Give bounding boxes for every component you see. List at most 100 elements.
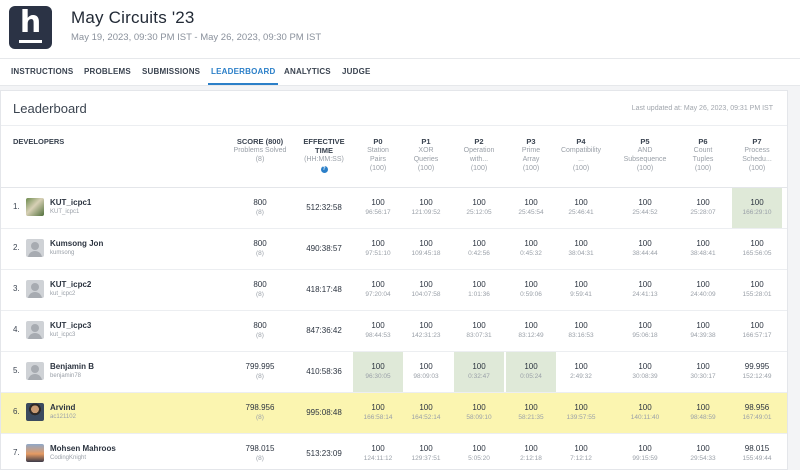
effective-time-header[interactable]: EFFECTIVE TIME (HH:MM:SS) ? <box>294 137 354 173</box>
developer-name[interactable]: Kumsong Jon <box>50 239 103 248</box>
problem-cell[interactable]: 100 5:05:20 <box>454 434 504 470</box>
problem-cell[interactable]: 100 58:21:35 <box>506 393 556 433</box>
problem-cell[interactable]: 98.015 155:49:44 <box>732 434 782 470</box>
problem-cell[interactable]: 100 98:44:53 <box>353 311 403 351</box>
problem-cell[interactable]: 99.995 152:12:49 <box>732 352 782 392</box>
problem-cell[interactable]: 100 24:40:09 <box>678 270 728 310</box>
avatar[interactable] <box>26 362 44 380</box>
problem-cell[interactable]: 100 0:42:56 <box>454 229 504 269</box>
problem-cell[interactable]: 100 83:07:31 <box>454 311 504 351</box>
problem-cell[interactable]: 100 140:11:40 <box>620 393 670 433</box>
problem-name-line1: AND <box>637 147 653 154</box>
tab-leaderboard[interactable]: LEADERBOARD <box>208 59 279 85</box>
problem-cell[interactable]: 100 38:04:31 <box>556 229 606 269</box>
problem-cell[interactable]: 100 94:39:38 <box>678 311 728 351</box>
problem-cell[interactable]: 100 166:57:17 <box>732 311 782 351</box>
problem-cell[interactable]: 100 2:12:18 <box>506 434 556 470</box>
developer-name[interactable]: KUT_icpc2 <box>50 280 91 289</box>
table-row[interactable]: 7. Mohsen Mahroos CodingKnight 798.015 (8) 51… <box>1 434 787 470</box>
table-row[interactable]: 5. Benjamin B benjamin78 799.995 (8) 410:58:3… <box>1 352 787 393</box>
problem-cell[interactable]: 100 58:09:10 <box>454 393 504 433</box>
problem-header-p3[interactable]: P3 Prime Array (100) <box>506 137 556 173</box>
problem-cell[interactable]: 100 166:29:10 <box>732 188 782 228</box>
problem-cell[interactable]: 100 0:32:47 <box>454 352 504 392</box>
problem-cell[interactable]: 100 164:52:14 <box>401 393 451 433</box>
problem-cell[interactable]: 100 29:54:33 <box>678 434 728 470</box>
problem-cell[interactable]: 100 97:51:10 <box>353 229 403 269</box>
problem-cell[interactable]: 100 83:12:49 <box>506 311 556 351</box>
table-row[interactable]: 4. KUT_icpc3 kut_icpc3 800 (8) 847:36:42 100 98… <box>1 311 787 352</box>
developer-name[interactable]: KUT_icpc1 <box>50 198 91 207</box>
problem-cell[interactable]: 100 0:45:32 <box>506 229 556 269</box>
avatar[interactable] <box>26 239 44 257</box>
problem-cell[interactable]: 100 109:45:18 <box>401 229 451 269</box>
developer-handle: KUT_icpc1 <box>50 209 80 215</box>
problem-header-p4[interactable]: P4 Compatibility... (100) <box>556 137 606 173</box>
problem-cell[interactable]: 100 96:56:17 <box>353 188 403 228</box>
problem-cell[interactable]: 100 9:59:41 <box>556 270 606 310</box>
score-header[interactable]: SCORE (800) Problems Solved (8) <box>228 137 292 164</box>
problem-header-p2[interactable]: P2 Operation with... (100) <box>454 137 504 173</box>
problem-cell[interactable]: 100 38:44:44 <box>620 229 670 269</box>
problem-cell[interactable]: 98.956 167:49:01 <box>732 393 782 433</box>
problem-header-p1[interactable]: P1 XOR Queries (100) <box>401 137 451 173</box>
problem-cell[interactable]: 100 30:30:17 <box>678 352 728 392</box>
problem-cell[interactable]: 100 121:09:52 <box>401 188 451 228</box>
problem-cell[interactable]: 100 129:37:51 <box>401 434 451 470</box>
problem-cell[interactable]: 100 24:41:13 <box>620 270 670 310</box>
tab-judge[interactable]: JUDGE <box>342 59 371 85</box>
problem-cell[interactable]: 100 96:30:05 <box>353 352 403 392</box>
problem-cell[interactable]: 100 30:08:39 <box>620 352 670 392</box>
problem-cell[interactable]: 100 142:31:23 <box>401 311 451 351</box>
table-row[interactable]: 2. Kumsong Jon kumsong 800 (8) 490:38:57 100 97… <box>1 229 787 270</box>
avatar[interactable] <box>26 321 44 339</box>
table-row[interactable]: 6. Arvind ac121102 798.956 (8) 995:08:48 100 16… <box>1 393 787 434</box>
avatar[interactable] <box>26 444 44 462</box>
problem-cell[interactable]: 100 0:59:06 <box>506 270 556 310</box>
problem-header-p5[interactable]: P5 AND Subsequence (100) <box>620 137 670 173</box>
hackerearth-logo[interactable]: h <box>9 6 52 49</box>
table-row[interactable]: 3. KUT_icpc2 kut_icpc2 800 (8) 418:17:48 100 97… <box>1 270 787 311</box>
problem-cell[interactable]: 100 98:09:03 <box>401 352 451 392</box>
problem-cell[interactable]: 100 98:48:59 <box>678 393 728 433</box>
problem-cell[interactable]: 100 25:44:52 <box>620 188 670 228</box>
problem-cell[interactable]: 100 166:58:14 <box>353 393 403 433</box>
info-icon[interactable]: ? <box>320 166 328 173</box>
problem-cell[interactable]: 100 139:57:55 <box>556 393 606 433</box>
problem-cell[interactable]: 100 124:11:12 <box>353 434 403 470</box>
problem-header-p0[interactable]: P0 Station Pairs (100) <box>353 137 403 173</box>
problem-cell[interactable]: 100 99:15:59 <box>620 434 670 470</box>
problem-cell[interactable]: 100 95:06:18 <box>620 311 670 351</box>
avatar[interactable] <box>26 198 44 216</box>
problem-cell[interactable]: 100 2:49:32 <box>556 352 606 392</box>
table-row[interactable]: 1. KUT_icpc1 KUT_icpc1 800 (8) 512:32:58 100 96… <box>1 188 787 229</box>
developer-name[interactable]: Benjamin B <box>50 362 94 371</box>
problem-name-line1: Station <box>367 147 389 154</box>
problem-cell[interactable]: 100 165:56:05 <box>732 229 782 269</box>
problem-cell[interactable]: 100 97:20:04 <box>353 270 403 310</box>
developer-name[interactable]: Arvind <box>50 403 75 412</box>
problem-cell[interactable]: 100 25:28:07 <box>678 188 728 228</box>
tab-analytics[interactable]: ANALYTICS <box>284 59 331 85</box>
developer-name[interactable]: Mohsen Mahroos <box>50 444 116 453</box>
avatar[interactable] <box>26 403 44 421</box>
problem-cell[interactable]: 100 155:28:01 <box>732 270 782 310</box>
problem-cell[interactable]: 100 7:12:12 <box>556 434 606 470</box>
problem-cell[interactable]: 100 25:12:05 <box>454 188 504 228</box>
problem-header-p7[interactable]: P7 Process Schedu... (100) <box>732 137 782 173</box>
problem-cell[interactable]: 100 25:46:41 <box>556 188 606 228</box>
solve-time: 38:48:41 <box>690 250 716 257</box>
problem-cell[interactable]: 100 25:45:54 <box>506 188 556 228</box>
problem-cell[interactable]: 100 1:01:36 <box>454 270 504 310</box>
tab-problems[interactable]: PROBLEMS <box>84 59 131 85</box>
problem-cell[interactable]: 100 0:05:24 <box>506 352 556 392</box>
solve-time: 38:04:31 <box>568 250 594 257</box>
tab-submissions[interactable]: SUBMISSIONS <box>142 59 200 85</box>
tab-instructions[interactable]: INSTRUCTIONS <box>11 59 73 85</box>
problem-cell[interactable]: 100 83:16:53 <box>556 311 606 351</box>
problem-cell[interactable]: 100 104:07:58 <box>401 270 451 310</box>
avatar[interactable] <box>26 280 44 298</box>
problem-cell[interactable]: 100 38:48:41 <box>678 229 728 269</box>
problem-header-p6[interactable]: P6 Count Tuples (100) <box>678 137 728 173</box>
developer-name[interactable]: KUT_icpc3 <box>50 321 91 330</box>
